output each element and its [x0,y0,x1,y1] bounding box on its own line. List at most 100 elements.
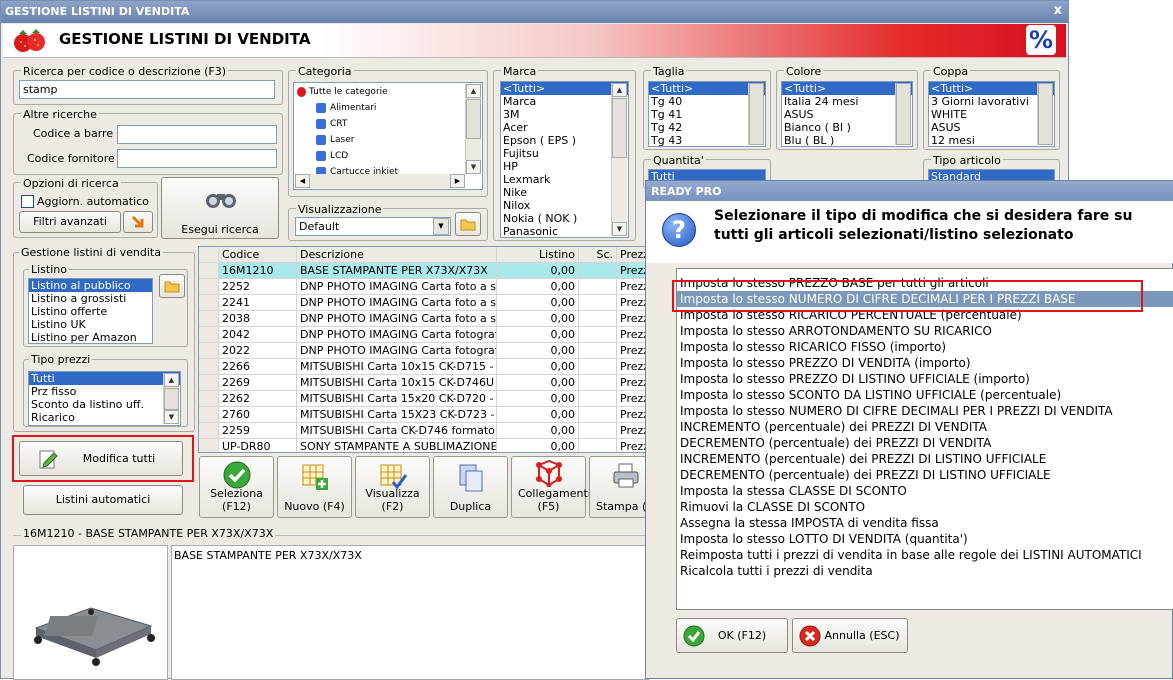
modify-option[interactable]: Reimposta tutti i prezzi di vendita in b… [677,547,1173,563]
col-header-descrizione[interactable]: Descrizione [297,247,497,263]
modify-option[interactable]: Imposta lo stesso LOTTO DI VENDITA (quan… [677,531,1173,547]
modify-option[interactable]: Imposta lo stesso PREZZO DI VENDITA (imp… [677,355,1173,371]
modify-option[interactable]: Rimuovi la CLASSE DI SCONTO [677,499,1173,515]
price-type-list-item[interactable]: Tutti [29,372,180,385]
table-row[interactable]: 2252 DNP PHOTO IMAGING Carta foto a su...… [199,279,647,295]
table-row[interactable]: 2269 MITSUBISHI Carta 10x15 CK-D746U -...… [199,375,647,391]
listino-list-item[interactable]: Listino a grossisti [29,292,152,305]
scroll-up-icon[interactable]: ▲ [612,83,627,97]
row-indicator[interactable] [199,263,219,279]
row-indicator[interactable] [199,407,219,423]
cup-list-item[interactable]: ASUS [929,121,1054,134]
col-header-codice[interactable]: Codice [219,247,297,263]
brand-list-item[interactable]: Fujitsu [501,147,628,160]
row-indicator[interactable] [199,327,219,343]
color-list-item[interactable]: Bianco ( BI ) [782,121,912,134]
color-list[interactable]: <Tutti> Italia 24 mesi ASUS Bianco ( BI ) Bl… [781,81,913,147]
category-item[interactable]: CRT [316,117,347,131]
color-list-item[interactable]: Blu ( BL ) [782,134,912,146]
cup-list-item[interactable]: 12 mesi [929,134,1054,146]
visualizza-button[interactable]: Visualizza (F2) [355,456,430,518]
category-item[interactable]: Laser [316,133,354,147]
scroll-down-icon[interactable]: ▼ [466,160,481,174]
modify-option[interactable]: Imposta lo stesso PREZZO DI LISTINO UFFI… [677,371,1173,387]
modify-option[interactable]: DECREMENTO (percentuale) dei PREZZI DI V… [677,435,1173,451]
row-indicator[interactable] [199,375,219,391]
modify-option[interactable]: Imposta lo stesso SCONTO DA LISTINO UFFI… [677,387,1173,403]
brand-list-item[interactable]: Nike [501,186,628,199]
listino-list-item[interactable]: Listino offerte [29,305,152,318]
brand-list-item[interactable]: Panasonic [501,225,628,237]
supplier-code-input[interactable] [117,149,277,168]
row-indicator[interactable] [199,439,219,452]
price-type-list-item[interactable]: Prz fisso [29,385,180,398]
table-row[interactable]: UP-DR80 SONY STAMPANTE A SUBLIMAZIONE A4 0… [199,439,647,452]
brand-list-item[interactable]: Lexmark [501,173,628,186]
listino-folder-button[interactable] [159,274,185,298]
col-header-listino[interactable]: Listino [497,247,579,263]
scroll-thumb[interactable] [896,83,911,145]
cup-list[interactable]: <Tutti> 3 Giorni lavorativi WHITE ASUS 12 me… [928,81,1055,147]
table-row[interactable]: 2042 DNP PHOTO IMAGING Carta fotografi...… [199,327,647,343]
row-indicator[interactable] [199,391,219,407]
brand-list-item[interactable]: Nilox [501,199,628,212]
table-row[interactable]: 2259 MITSUBISHI Carta CK-D746 formato ...… [199,423,647,439]
modify-option[interactable]: INCREMENTO (percentuale) dei PREZZI DI V… [677,419,1173,435]
row-indicator[interactable] [199,423,219,439]
row-indicator[interactable] [199,311,219,327]
category-item[interactable]: LCD [316,149,348,163]
price-type-list[interactable]: Tutti Prz fisso Sconto da listino uff. Rica… [28,371,181,426]
scroll-thumb[interactable] [1038,83,1053,145]
listini-automatici-button[interactable]: Listini automatici [23,485,183,515]
collegamenti-button[interactable]: Collegamenti (F5) [511,456,591,518]
scroll-thumb[interactable] [164,388,179,410]
category-item[interactable]: Tutte le categorie [297,85,388,99]
listino-list-item[interactable]: Listino UK [29,318,152,331]
cup-list-item[interactable]: <Tutti> [929,82,1054,95]
modify-option[interactable]: Imposta lo stesso NUMERO DI CIFRE DECIMA… [677,403,1173,419]
modify-option[interactable]: DECREMENTO (percentuale) dei PREZZI DI L… [677,467,1173,483]
table-row[interactable]: 2038 DNP PHOTO IMAGING Carta foto a su...… [199,311,647,327]
table-row[interactable]: 16M1210 BASE STAMPANTE PER X73X/X73X 0,00 P… [199,263,647,279]
modify-option[interactable]: INCREMENTO (percentuale) dei PREZZI DI L… [677,451,1173,467]
modify-option[interactable]: Imposta la stessa CLASSE DI SCONTO [677,483,1173,499]
category-hscrollbar[interactable]: ◀ ▶ [295,174,465,188]
listino-list[interactable]: Listino al pubblico Listino a grossisti Li… [28,278,153,344]
modify-option[interactable]: Imposta lo stesso ARROTONDAMENTO SU RICA… [677,323,1173,339]
row-indicator[interactable] [199,359,219,375]
listino-list-item[interactable]: Listino al pubblico [29,279,152,292]
search-input[interactable]: stamp [19,80,275,99]
scroll-thumb[interactable] [749,83,764,145]
price-type-scrollbar[interactable]: ▲ ▼ [163,373,179,424]
category-item[interactable]: Alimentari [316,101,376,115]
brand-list-item[interactable]: Nokia ( NOK ) [501,212,628,225]
table-row[interactable]: 2022 DNP PHOTO IMAGING Carta fotografi...… [199,343,647,359]
listino-list-item[interactable]: Listino per Amazon [29,331,152,343]
brand-list-item[interactable]: 3M [501,108,628,121]
cancel-button[interactable]: Annulla (ESC) [792,618,908,653]
execute-search-button[interactable]: Esegui ricerca [161,177,279,239]
advanced-filters-button[interactable]: Filtri avanzati [19,211,121,233]
cup-scrollbar[interactable] [1037,83,1053,145]
modify-option[interactable]: Ricalcola tutti i prezzi di vendita [677,563,1173,579]
barcode-input[interactable] [117,125,277,144]
row-indicator[interactable] [199,343,219,359]
table-row[interactable]: 2760 MITSUBISHI Carta 15X23 CK-D723 - 4..… [199,407,647,423]
scroll-up-icon[interactable]: ▲ [466,84,481,98]
category-tree[interactable]: Tutte le categorie Alimentari CRT Laser … [293,82,483,190]
cup-list-item[interactable]: WHITE [929,108,1054,121]
options-list[interactable]: Imposta lo stesso PREZZO BASE per tutti … [676,268,1173,610]
table-row[interactable]: 2241 DNP PHOTO IMAGING Carta foto a su...… [199,295,647,311]
color-list-item[interactable]: <Tutti> [782,82,912,95]
scroll-down-icon[interactable]: ▼ [612,222,627,236]
chevron-down-icon[interactable]: ▼ [433,218,449,235]
color-list-item[interactable]: ASUS [782,108,912,121]
brand-list-item[interactable]: Acer [501,121,628,134]
seleziona-button[interactable]: Seleziona (F12) [199,456,274,518]
scroll-left-icon[interactable]: ◀ [295,174,310,188]
row-indicator[interactable] [199,279,219,295]
brand-list[interactable]: <Tutti> Marca 3M Acer Epson ( EPS ) Fujitsu HP… [500,81,629,238]
col-header-sc[interactable]: Sc. [579,247,617,263]
stampa-button[interactable]: Stampa (F9 [589,456,649,518]
view-select[interactable]: Default [295,217,451,236]
